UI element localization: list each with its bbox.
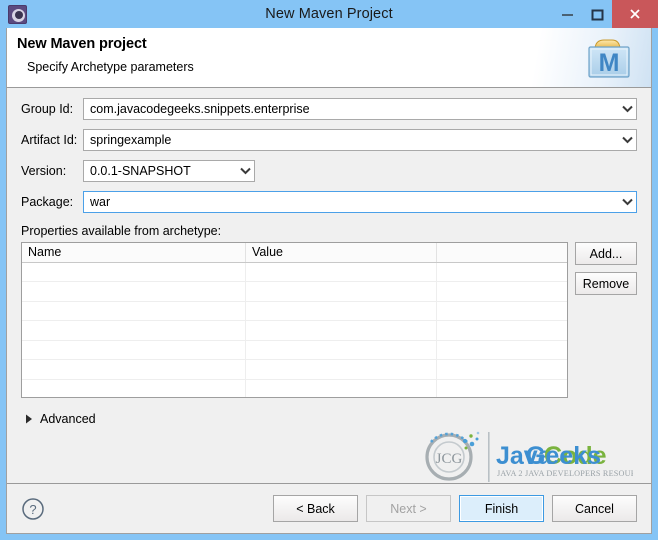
- table-row[interactable]: [22, 320, 567, 341]
- jcg-circle-logo: JCG Java Code Geeks JAVA 2 JAVA DEVELOPE…: [425, 431, 633, 482]
- table-cell[interactable]: [436, 359, 567, 380]
- advanced-label: Advanced: [40, 412, 96, 426]
- cancel-button[interactable]: Cancel: [552, 495, 637, 522]
- table-cell[interactable]: [436, 340, 567, 360]
- properties-area: Name Value Add... Remove: [7, 242, 651, 398]
- field-row-group-id: Group Id: com.javacodegeeks.snippets.ent…: [21, 98, 637, 120]
- version-value: 0.0.1-SNAPSHOT: [90, 164, 191, 178]
- column-header-blank[interactable]: [436, 243, 567, 263]
- column-header-name[interactable]: Name: [22, 243, 246, 263]
- maven-icon: M: [588, 39, 630, 78]
- artifact-id-label: Artifact Id:: [21, 133, 78, 147]
- back-button[interactable]: < Back: [273, 495, 358, 522]
- table-cell[interactable]: [22, 359, 246, 380]
- table-cell[interactable]: [245, 320, 437, 341]
- finish-button[interactable]: Finish: [459, 495, 544, 522]
- window-controls: [552, 0, 658, 28]
- table-row[interactable]: [22, 281, 567, 302]
- watermark-area: JCG Java Code Geeks JAVA 2 JAVA DEVELOPE…: [7, 426, 651, 483]
- package-label: Package:: [21, 195, 74, 209]
- artifact-id-combo[interactable]: springexample: [83, 129, 637, 151]
- table-cell[interactable]: [436, 301, 567, 321]
- add-property-button[interactable]: Add...: [575, 242, 637, 265]
- table-cell[interactable]: [245, 281, 437, 302]
- table-cell[interactable]: [22, 320, 246, 341]
- table-cell[interactable]: [245, 340, 437, 360]
- table-cell[interactable]: [245, 262, 437, 282]
- svg-text:?: ?: [29, 502, 36, 517]
- wizard-banner: New Maven project Specify Archetype para…: [7, 28, 651, 88]
- table-row[interactable]: [22, 379, 567, 397]
- minimize-icon[interactable]: [552, 0, 582, 28]
- remove-property-button[interactable]: Remove: [575, 272, 637, 295]
- table-row[interactable]: [22, 340, 567, 360]
- triangle-right-icon[interactable]: [25, 414, 33, 424]
- logo-tagline: JAVA 2 JAVA DEVELOPERS RESOURCE CENTER: [497, 469, 633, 478]
- title-bar[interactable]: New Maven Project: [0, 0, 658, 28]
- table-cell[interactable]: [22, 281, 246, 302]
- close-icon[interactable]: [612, 0, 658, 28]
- dialog-window: New Maven Project New Maven project Spec…: [0, 0, 658, 540]
- table-cell[interactable]: [245, 359, 437, 380]
- version-label: Version:: [21, 164, 67, 178]
- logo-word-geeks: Geeks: [526, 442, 601, 470]
- table-row[interactable]: [22, 301, 567, 321]
- table-cell[interactable]: [436, 320, 567, 341]
- help-icon[interactable]: ?: [21, 497, 45, 521]
- chevron-down-icon[interactable]: [619, 136, 636, 144]
- footer-buttons: < Back Next > Finish Cancel: [273, 495, 637, 522]
- table-cell[interactable]: [22, 340, 246, 360]
- eclipse-icon: [8, 4, 27, 24]
- properties-label: Properties available from archetype:: [21, 224, 222, 238]
- table-cell[interactable]: [436, 379, 567, 397]
- group-id-label: Group Id:: [21, 102, 74, 116]
- table-cell[interactable]: [245, 379, 437, 397]
- table-header-row: Name Value: [22, 243, 567, 263]
- table-cell[interactable]: [22, 262, 246, 282]
- field-row-artifact-id: Artifact Id: springexample: [21, 129, 637, 151]
- table-cell[interactable]: [22, 301, 246, 321]
- chevron-down-icon[interactable]: [619, 198, 636, 206]
- table-cell[interactable]: [436, 281, 567, 302]
- properties-table-body: [22, 262, 567, 397]
- properties-buttons: Add... Remove: [575, 242, 637, 295]
- table-cell[interactable]: [22, 379, 246, 397]
- dialog-body: New Maven project Specify Archetype para…: [6, 28, 652, 534]
- project-form: Group Id: com.javacodegeeks.snippets.ent…: [7, 88, 651, 222]
- maximize-icon[interactable]: [582, 0, 612, 28]
- field-row-package: Package: war: [21, 191, 637, 213]
- version-combo[interactable]: 0.0.1-SNAPSHOT: [83, 160, 255, 182]
- group-id-value: com.javacodegeeks.snippets.enterprise: [90, 102, 310, 116]
- advanced-disclosure[interactable]: Advanced: [7, 398, 651, 426]
- package-combo[interactable]: war: [83, 191, 637, 213]
- table-row[interactable]: [22, 262, 567, 282]
- chevron-down-icon[interactable]: [619, 105, 636, 113]
- table-cell[interactable]: [245, 301, 437, 321]
- artifact-id-value: springexample: [90, 133, 172, 147]
- table-row[interactable]: [22, 359, 567, 380]
- dialog-footer: ? < Back Next > Finish Cancel: [7, 483, 651, 533]
- chevron-down-icon[interactable]: [237, 167, 254, 175]
- properties-table-wrapper[interactable]: Name Value: [21, 242, 568, 398]
- column-header-value[interactable]: Value: [245, 243, 437, 263]
- table-cell[interactable]: [436, 262, 567, 282]
- package-value: war: [90, 195, 111, 209]
- next-button: Next >: [366, 495, 451, 522]
- properties-table: Name Value: [22, 243, 567, 397]
- svg-text:JCG: JCG: [436, 451, 463, 467]
- svg-text:M: M: [599, 49, 620, 77]
- field-row-version: Version: 0.0.1-SNAPSHOT: [21, 160, 637, 182]
- group-id-combo[interactable]: com.javacodegeeks.snippets.enterprise: [83, 98, 637, 120]
